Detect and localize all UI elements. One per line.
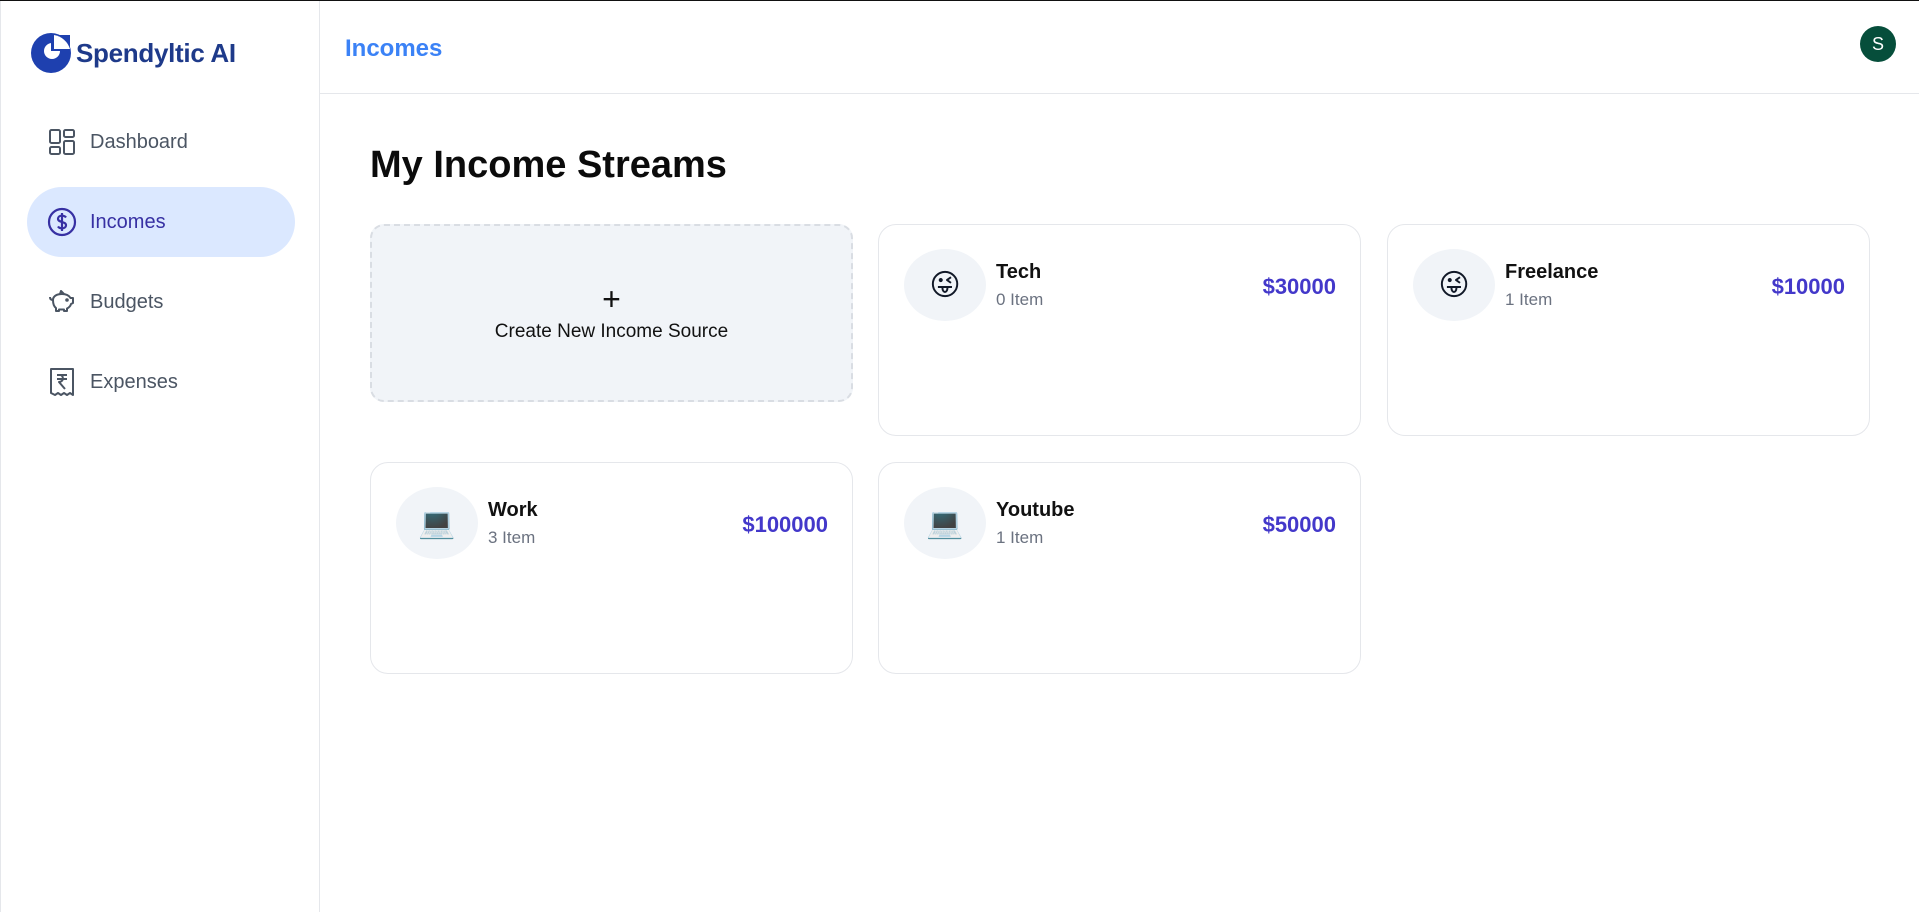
- income-item-count: 0 Item: [996, 290, 1044, 309]
- dashboard-icon: [47, 127, 77, 157]
- page-breadcrumb-title: Incomes: [345, 35, 443, 62]
- app-logo[interactable]: Spendyltic AI: [30, 32, 236, 74]
- income-name: Tech: [996, 261, 1042, 283]
- income-card-freelance[interactable]: 😜 Freelance 1 Item $10000: [1387, 224, 1870, 436]
- user-avatar[interactable]: S: [1860, 26, 1896, 62]
- income-item-count: 3 Item: [488, 528, 536, 547]
- income-item-count: 1 Item: [1505, 290, 1553, 309]
- sidebar-item-budgets[interactable]: Budgets: [27, 267, 295, 337]
- income-amount: $50000: [1262, 512, 1336, 537]
- income-emoji-icon: 💻: [904, 487, 986, 559]
- sidebar-item-dashboard[interactable]: Dashboard: [27, 107, 295, 177]
- app-name: Spendyltic AI: [76, 37, 236, 68]
- piggy-bank-icon: [47, 287, 77, 317]
- income-item-count: 1 Item: [996, 528, 1044, 547]
- sidebar-item-label: Dashboard: [90, 130, 188, 153]
- top-header: Incomes S: [320, 1, 1919, 94]
- income-name: Freelance: [1505, 261, 1599, 283]
- income-emoji-icon: 😜: [904, 249, 986, 321]
- page-title: My Income Streams: [370, 144, 727, 186]
- pie-chart-logo-icon: [31, 33, 71, 73]
- receipt-icon: [47, 367, 77, 397]
- income-card-work[interactable]: 💻 Work 3 Item $100000: [370, 462, 853, 674]
- plus-icon: +: [602, 281, 621, 317]
- income-card-youtube[interactable]: 💻 Youtube 1 Item $50000: [878, 462, 1361, 674]
- income-amount: $10000: [1771, 274, 1845, 299]
- income-emoji-icon: 😜: [1413, 249, 1495, 321]
- sidebar: Spendyltic AI Dashboard Incomes Budgets …: [0, 1, 320, 912]
- sidebar-item-label: Incomes: [90, 210, 166, 233]
- sidebar-item-incomes[interactable]: Incomes: [27, 187, 295, 257]
- income-amount: $30000: [1262, 274, 1336, 299]
- create-income-label: Create New Income Source: [494, 321, 729, 342]
- sidebar-nav: Dashboard Incomes Budgets Expenses: [27, 107, 295, 427]
- sidebar-item-label: Budgets: [90, 290, 164, 313]
- sidebar-item-expenses[interactable]: Expenses: [27, 347, 295, 417]
- create-income-source-button[interactable]: + Create New Income Source: [370, 224, 853, 402]
- income-amount: $100000: [742, 512, 828, 537]
- sidebar-item-label: Expenses: [90, 370, 178, 393]
- income-emoji-icon: 💻: [396, 487, 478, 559]
- income-name: Youtube: [996, 499, 1075, 521]
- income-card-tech[interactable]: 😜 Tech 0 Item $30000: [878, 224, 1361, 436]
- income-name: Work: [488, 499, 538, 521]
- dollar-circle-icon: [47, 207, 77, 237]
